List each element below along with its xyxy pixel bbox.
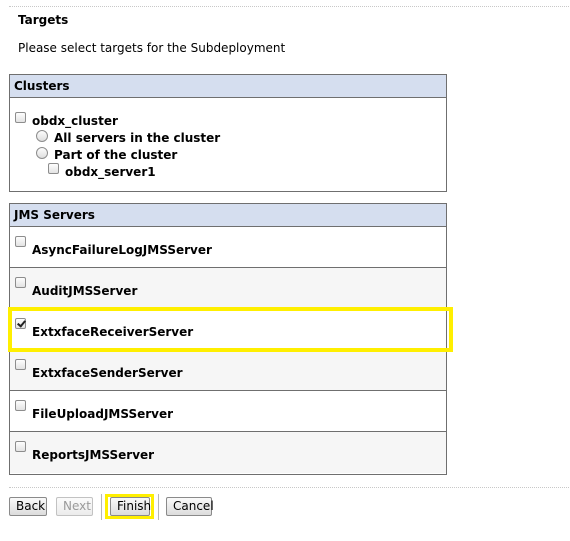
button-separator: [101, 494, 102, 520]
jms-checkbox-extxfacereceiver[interactable]: [15, 318, 26, 329]
jms-checkbox-fileupload[interactable]: [15, 400, 26, 411]
button-separator: [158, 494, 159, 520]
bottom-divider: [9, 487, 569, 488]
jms-checkbox-extxfacesender[interactable]: [15, 359, 26, 370]
all-servers-label: All servers in the cluster: [54, 131, 221, 145]
jms-row: FileUploadJMSServer: [10, 391, 446, 432]
jms-label: FileUploadJMSServer: [32, 407, 174, 421]
all-servers-radio[interactable]: [36, 130, 48, 142]
page-title: Targets: [18, 13, 69, 27]
jms-row: ReportsJMSServer: [10, 432, 446, 473]
jms-row: AuditJMSServer: [10, 268, 446, 309]
clusters-panel: Clusters obdx_cluster All servers in the…: [9, 74, 447, 192]
jms-label: AsyncFailureLogJMSServer: [32, 243, 212, 257]
cluster-checkbox[interactable]: [15, 112, 26, 123]
jms-label: ReportsJMSServer: [32, 448, 155, 462]
jms-label: ExtxfaceSenderServer: [32, 366, 183, 380]
jms-checkbox-asyncfailurelog[interactable]: [15, 236, 26, 247]
part-of-cluster-label: Part of the cluster: [54, 148, 178, 162]
cluster-label: obdx_cluster: [32, 114, 118, 128]
jms-servers-header: JMS Servers: [10, 204, 446, 227]
jms-servers-panel: JMS Servers AsyncFailureLogJMSServer Aud…: [9, 203, 447, 475]
back-button[interactable]: Back: [9, 497, 47, 516]
jms-checkbox-reports[interactable]: [15, 441, 26, 452]
jms-checkbox-audit[interactable]: [15, 277, 26, 288]
clusters-header: Clusters: [10, 75, 446, 98]
jms-label: ExtxfaceReceiverServer: [32, 325, 194, 339]
jms-row: AsyncFailureLogJMSServer: [10, 227, 446, 268]
finish-button[interactable]: Finish: [110, 497, 151, 516]
jms-label: AuditJMSServer: [32, 284, 138, 298]
next-button[interactable]: Next: [56, 497, 93, 516]
server-checkbox[interactable]: [48, 163, 59, 174]
top-divider: [9, 6, 569, 7]
jms-row: ExtxfaceReceiverServer: [10, 309, 446, 350]
part-of-cluster-radio[interactable]: [36, 147, 48, 159]
cancel-button[interactable]: Cancel: [166, 497, 214, 516]
jms-row: ExtxfaceSenderServer: [10, 350, 446, 391]
server-label: obdx_server1: [65, 165, 156, 179]
page-subtitle: Please select targets for the Subdeploym…: [18, 41, 286, 55]
